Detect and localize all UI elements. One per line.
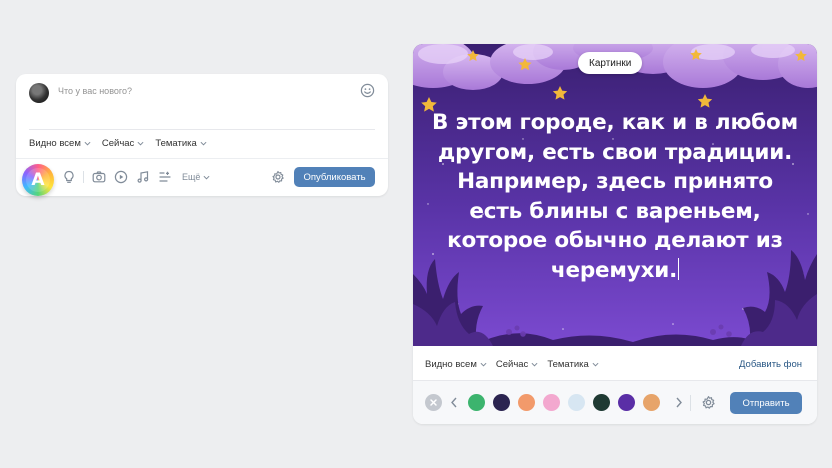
lightbulb-icon[interactable] — [62, 170, 76, 184]
badge-letter: A — [26, 168, 50, 192]
gear-icon[interactable] — [271, 170, 285, 184]
remove-background-button[interactable] — [425, 394, 442, 411]
gear-icon[interactable] — [701, 395, 716, 410]
visibility-label: Видно всем — [425, 359, 477, 370]
poll-icon[interactable] — [158, 170, 172, 184]
chevron-down-icon — [137, 141, 144, 146]
post-input[interactable]: Что у вас нового? — [58, 86, 132, 96]
poster-background[interactable]: Картинки В этом городе, как и в любом др… — [413, 44, 817, 346]
topic-dropdown[interactable]: Тематика — [155, 138, 207, 149]
background-swatch[interactable] — [518, 394, 535, 411]
visibility-dropdown[interactable]: Видно всем — [29, 138, 91, 149]
background-swatch[interactable] — [618, 394, 635, 411]
text-cursor — [678, 257, 680, 280]
time-label: Сейчас — [101, 138, 135, 149]
background-swatch[interactable] — [543, 394, 560, 411]
post-composer-card: Что у вас нового? Видно всем Сейчас Тема… — [16, 74, 388, 196]
avatar[interactable] — [29, 83, 49, 103]
chevron-down-icon — [480, 362, 487, 367]
background-swatch[interactable] — [493, 394, 510, 411]
chevron-down-icon — [84, 141, 91, 146]
topic-dropdown[interactable]: Тематика — [547, 359, 599, 370]
chevron-right-icon[interactable] — [675, 397, 683, 408]
add-background-link[interactable]: Добавить фон — [739, 359, 802, 370]
music-icon[interactable] — [136, 170, 150, 184]
close-icon — [430, 399, 437, 406]
time-dropdown[interactable]: Сейчас — [496, 359, 538, 370]
toolbar-separator — [83, 171, 84, 183]
text-style-button[interactable]: A — [22, 164, 54, 196]
visibility-label: Видно всем — [29, 138, 81, 149]
background-category-pill[interactable]: Картинки — [578, 52, 643, 74]
post-settings-row: Видно всем Сейчас Тематика — [425, 359, 599, 370]
chevron-down-icon — [203, 175, 210, 180]
poster-text-content: В этом городе, как и в любом другом, ест… — [432, 110, 798, 283]
chevron-left-icon[interactable] — [450, 397, 458, 408]
chevron-down-icon — [531, 362, 538, 367]
visibility-dropdown[interactable]: Видно всем — [425, 359, 487, 370]
more-button[interactable]: Ещё — [182, 172, 210, 182]
background-swatch[interactable] — [568, 394, 585, 411]
topic-label: Тематика — [155, 138, 197, 149]
chevron-down-icon — [200, 141, 207, 146]
attachment-toolbar: Ещё Опубликовать — [16, 158, 388, 196]
background-picker-row: Отправить — [413, 381, 817, 424]
poster-text[interactable]: В этом городе, как и в любом другом, ест… — [429, 108, 801, 285]
more-label: Ещё — [182, 172, 201, 182]
time-label: Сейчас — [495, 359, 529, 370]
video-icon[interactable] — [114, 170, 128, 184]
send-button[interactable]: Отправить — [730, 392, 802, 414]
publish-button[interactable]: Опубликовать — [294, 167, 375, 187]
background-swatch[interactable] — [468, 394, 485, 411]
post-settings-row: Видно всем Сейчас Тематика — [29, 138, 207, 149]
topic-label: Тематика — [547, 359, 589, 370]
poster-editor-card: Картинки В этом городе, как и в любом др… — [413, 44, 817, 424]
background-swatch[interactable] — [643, 394, 660, 411]
toolbar-separator — [690, 395, 691, 411]
background-swatch[interactable] — [593, 394, 610, 411]
divider — [29, 129, 375, 130]
time-dropdown[interactable]: Сейчас — [102, 138, 144, 149]
emoji-icon[interactable] — [360, 83, 375, 98]
chevron-down-icon — [592, 362, 599, 367]
camera-icon[interactable] — [92, 170, 106, 184]
